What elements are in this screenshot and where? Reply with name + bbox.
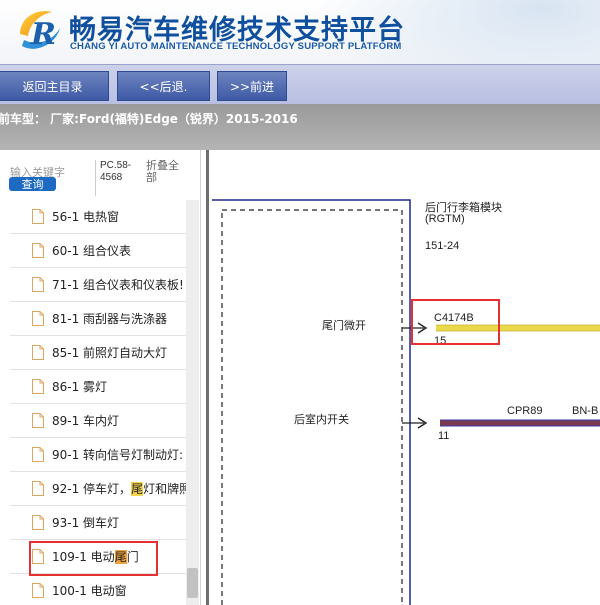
tree-item[interactable]: 86-1 雾灯 — [10, 370, 186, 404]
tree-item[interactable]: 71-1 组合仪表和仪表板! — [10, 268, 186, 302]
document-icon — [32, 481, 44, 496]
document-icon — [32, 311, 44, 326]
document-icon — [32, 277, 44, 292]
module-code-label: (RGTM) — [425, 213, 465, 225]
annotation-box-selected-item — [29, 541, 158, 576]
tree-item-label: 85-1 前照灯自动大灯 — [52, 346, 168, 360]
input-label-tailgate-ajar: 尾门微开 — [322, 319, 366, 332]
back-button[interactable]: <<后退. — [117, 71, 210, 101]
document-icon — [32, 583, 44, 598]
document-icon — [32, 447, 44, 462]
wire-brown-black — [440, 420, 600, 426]
tree-item[interactable]: 90-1 转向信号灯制动灯: — [10, 438, 186, 472]
module-outline — [212, 199, 411, 605]
annotation-box-connector — [411, 299, 500, 345]
tree-item[interactable]: 56-1 电热窗 — [10, 200, 186, 234]
svg-text:R: R — [30, 17, 56, 52]
input-label-interior-switch: 后室内开关 — [294, 413, 349, 426]
tree-item[interactable]: 89-1 车内灯 — [10, 404, 186, 438]
tree-item-label: 92-1 停车灯，尾灯和牌照 — [52, 482, 186, 496]
pc-code-label: PC.58-4568 — [100, 160, 132, 183]
wiring-diagram-drawing — [212, 199, 600, 605]
switch-box-outline — [221, 209, 403, 605]
tree-item-label: 93-1 倒车灯 — [52, 516, 120, 530]
vehicle-model-text: 前车型： 厂家:Ford(福特)Edge（锐界）2015-2016 — [0, 112, 298, 126]
tree-item[interactable]: 81-1 雨刮器与洗涤器 — [10, 302, 186, 336]
document-icon — [32, 515, 44, 530]
forward-button[interactable]: >>前进 — [217, 71, 287, 101]
document-icon — [32, 209, 44, 224]
circuit-label: CPR89 — [507, 405, 543, 417]
tree-item-label: 89-1 车内灯 — [52, 414, 120, 428]
tree-item-label: 90-1 转向信号灯制动灯: — [52, 448, 184, 462]
tree-item-label: 86-1 雾灯 — [52, 380, 108, 394]
sidebar-scrollbar[interactable] — [186, 200, 199, 605]
tree-item[interactable]: 92-1 停车灯，尾灯和牌照 — [10, 472, 186, 506]
app-subtitle: CHANG YI AUTO MAINTENANCE TECHNOLOGY SUP… — [70, 41, 402, 52]
search-button[interactable]: 查询 — [9, 177, 56, 191]
nav-bar: 返回主目录 <<后退. >>前进 — [0, 64, 600, 104]
tree-item-label: 100-1 电动窗 — [52, 584, 127, 598]
tree-item[interactable]: 60-1 组合仪表 — [10, 234, 186, 268]
vehicle-info-bar: 前车型： 厂家:Ford(福特)Edge（锐界）2015-2016 — [0, 104, 600, 150]
document-icon — [32, 243, 44, 258]
pin-number-label: 11 — [438, 430, 450, 442]
brand-logo-icon: R — [20, 11, 60, 52]
document-icon — [32, 345, 44, 360]
toolbar-divider — [95, 160, 96, 196]
collapse-all-button[interactable]: 折叠全部 — [146, 160, 186, 184]
tree-item[interactable]: 93-1 倒车灯 — [10, 506, 186, 540]
tree-item-label: 60-1 组合仪表 — [52, 244, 132, 258]
wiring-diagram: 后门行李箱模块 (RGTM) 151-24 尾门微开 C4174B 15 后室内… — [212, 150, 600, 605]
tree-item[interactable]: 100-1 电动窗 — [10, 574, 186, 605]
app-header: R 畅易汽车维修技术支持平台 CHANG YI AUTO MAINTENANCE… — [0, 0, 600, 64]
tree-item-label: 71-1 组合仪表和仪表板! — [52, 278, 184, 292]
page-ref-label: 151-24 — [425, 240, 460, 252]
back-to-main-button[interactable]: 返回主目录 — [0, 71, 109, 101]
scrollbar-thumb[interactable] — [187, 568, 198, 598]
document-icon — [32, 379, 44, 394]
wire-color-label: BN-B — [572, 405, 599, 417]
tree-item-label: 56-1 电热窗 — [52, 210, 120, 224]
tree-item[interactable]: 85-1 前照灯自动大灯 — [10, 336, 186, 370]
search-match-highlight: 尾 — [131, 482, 144, 496]
document-icon — [32, 413, 44, 428]
sidebar: 输入关键字 查询 PC.58-4568 折叠全部 56-1 电热窗 60-1 组… — [0, 150, 200, 605]
tree-item-label: 81-1 雨刮器与洗涤器 — [52, 312, 168, 326]
panel-splitter[interactable] — [200, 150, 212, 605]
